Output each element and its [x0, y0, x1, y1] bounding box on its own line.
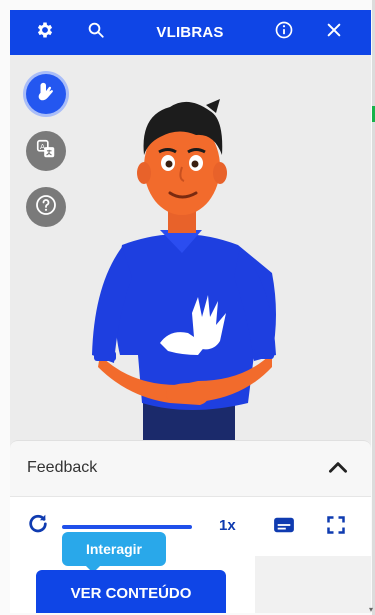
replay-button[interactable] [26, 513, 50, 537]
search-icon [87, 21, 105, 44]
subtitles-button[interactable] [272, 515, 296, 539]
close-button[interactable] [312, 10, 356, 55]
gear-icon [35, 20, 55, 45]
view-content-button[interactable]: VER CONTEÚDO [36, 570, 226, 613]
avatar-stage: A [10, 55, 371, 450]
speed-slider[interactable] [62, 525, 192, 529]
widget-title: VLIBRAS [156, 24, 224, 41]
info-icon [274, 20, 294, 45]
chevron-up-icon[interactable] [325, 455, 351, 481]
vlibras-widget: VLIBRAS A Feedback 1x Interagir VER CONT… [10, 10, 371, 613]
subtitles-icon [273, 516, 295, 539]
fullscreen-button[interactable] [324, 515, 348, 539]
scroll-down-arrow-icon[interactable]: ▾ [369, 605, 375, 615]
settings-button[interactable] [23, 10, 67, 55]
search-button[interactable] [74, 10, 118, 55]
interact-tooltip[interactable]: Interagir [62, 532, 166, 566]
info-button[interactable] [262, 10, 306, 55]
close-icon [326, 22, 342, 43]
feedback-label: Feedback [27, 459, 98, 476]
fullscreen-icon [326, 515, 346, 540]
avatar-3d [92, 99, 276, 450]
widget-header: VLIBRAS [10, 10, 371, 55]
speed-label[interactable]: 1x [219, 517, 236, 534]
footer-side-panel [255, 556, 371, 613]
replay-icon [27, 512, 49, 539]
feedback-bar[interactable]: Feedback [10, 440, 371, 496]
